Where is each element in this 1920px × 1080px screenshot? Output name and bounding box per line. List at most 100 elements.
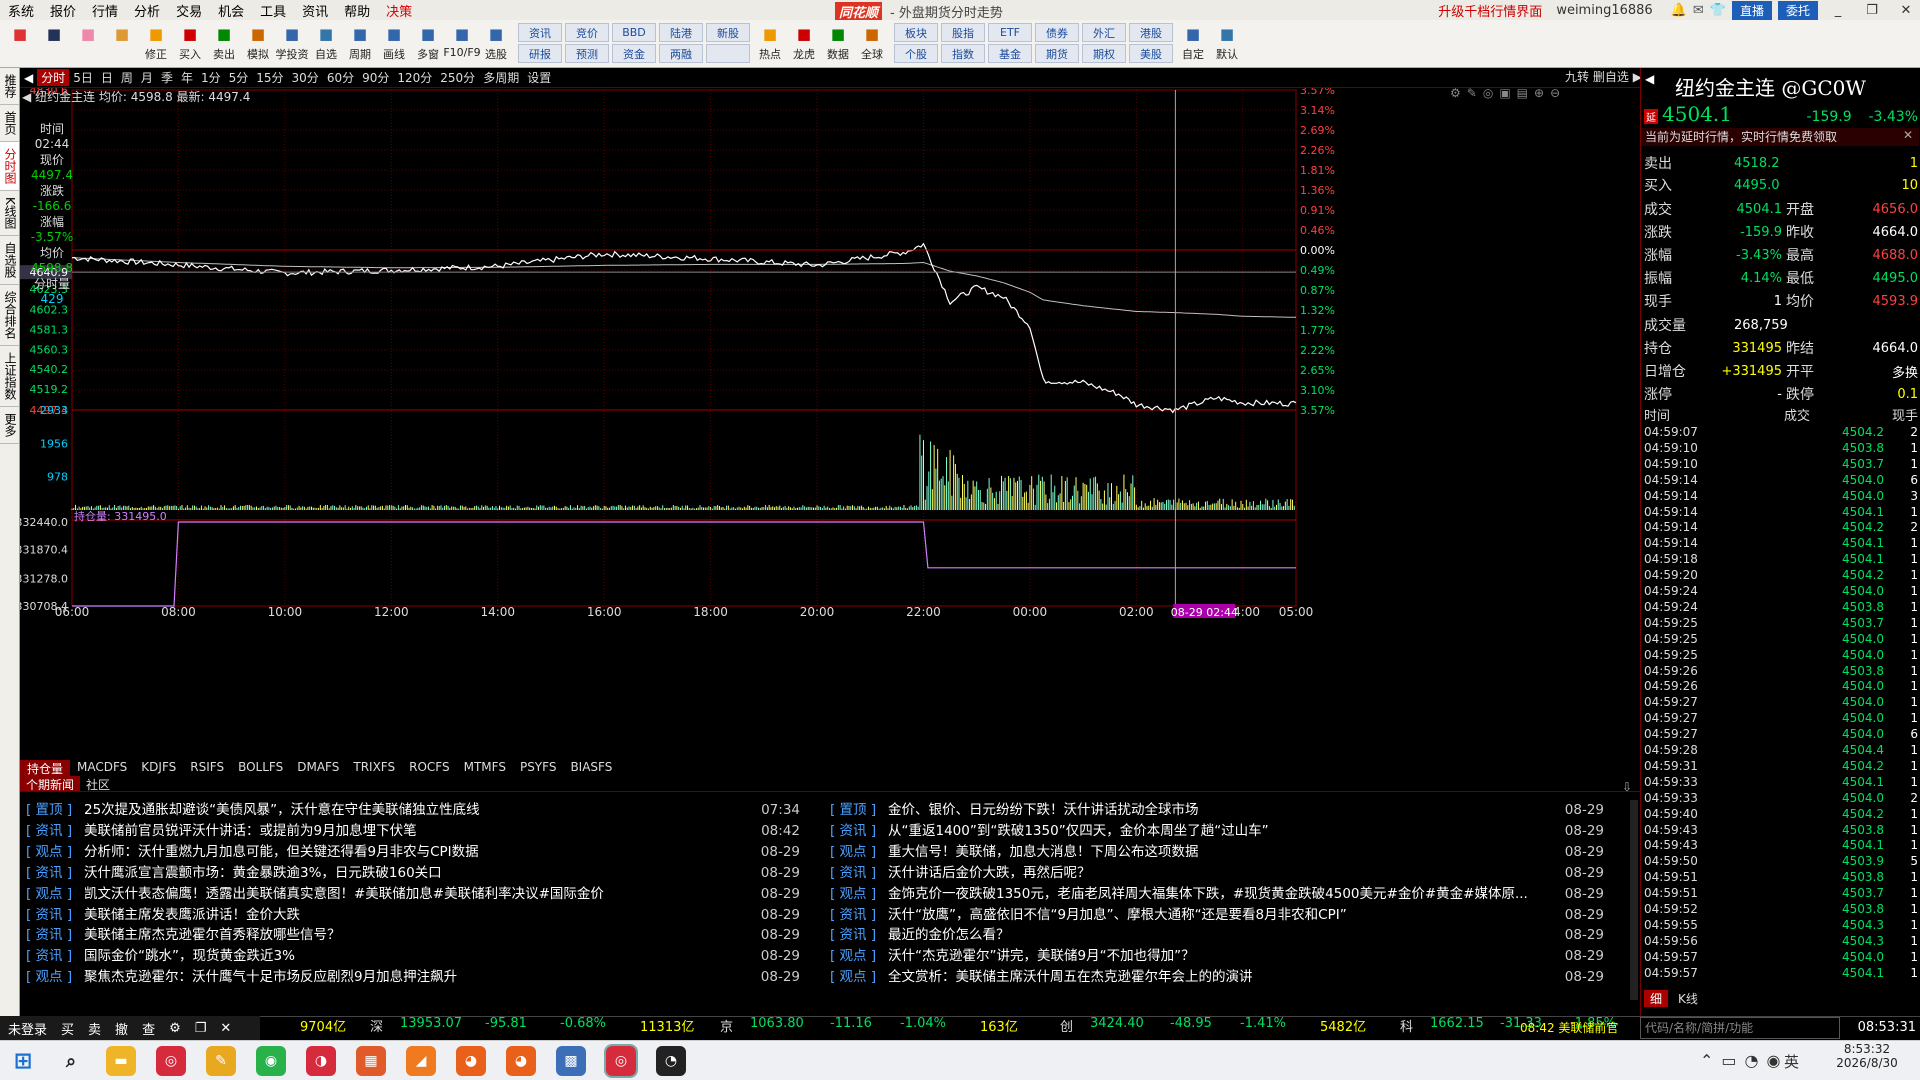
left-tab-4[interactable]: 自选股: [0, 236, 19, 285]
chip-预测[interactable]: 预测: [565, 44, 609, 63]
gear-icon[interactable]: ⚙: [169, 1021, 181, 1036]
upgrade-link[interactable]: 升级千档行情界面: [1438, 1, 1542, 20]
quick-btn-0[interactable]: 未登录: [8, 1019, 47, 1038]
news-title[interactable]: 从“重返1400”到“跌破1350”仅四天，金价本周坐了趟“过山车”: [888, 821, 1558, 842]
ticker-message[interactable]: 08:42 美联储前官: [1520, 1016, 1640, 1040]
toolbar-dragon-button[interactable]: ■ 龙虎: [788, 20, 820, 62]
period-16[interactable]: 设置: [523, 69, 555, 86]
pen-icon[interactable]: ✎: [1467, 86, 1483, 100]
maximize-button[interactable]: ❐: [1858, 3, 1886, 18]
period-arrow-icon[interactable]: ◀: [20, 71, 37, 85]
tonghuashun-icon[interactable]: ◎: [604, 1044, 638, 1078]
panel-tab-0[interactable]: 细: [1644, 990, 1669, 1007]
chip-期货[interactable]: 期货: [1035, 44, 1079, 63]
news-item[interactable]: [ 置顶 ] 金价、银价、日元纷纷下跌！沃什讲话扰动全球市场 08-29: [830, 800, 1630, 821]
zoom-out-icon[interactable]: ⊖: [1550, 86, 1566, 100]
chip-个股[interactable]: 个股: [894, 44, 938, 63]
chip-指数[interactable]: 指数: [941, 44, 985, 63]
toolbar-sim-button[interactable]: ■ 模拟: [242, 20, 274, 62]
chip-竞价[interactable]: 竞价: [565, 23, 609, 42]
lock-icon[interactable]: ▤: [1517, 86, 1534, 100]
news-title[interactable]: 重大信号！美联储，加息大消息！下周公布这项数据: [888, 842, 1558, 863]
news-title[interactable]: 25次提及通胀却避谈“美债风暴”，沃什意在守住美联储独立性底线: [84, 800, 754, 821]
toolbar-updown-button[interactable]: ■: [106, 20, 138, 46]
menu-item-2[interactable]: 行情: [84, 1, 126, 20]
chip-美股[interactable]: 美股: [1129, 44, 1173, 63]
news-item[interactable]: [ 资讯 ] 美联储前官员锐评沃什讲话：或提前为9月加息埋下伏笔 08:42: [26, 821, 826, 842]
news-title[interactable]: 沃什讲话后金价大跌，再然后呢？: [888, 863, 1558, 884]
notice-close-icon[interactable]: ✕: [1903, 128, 1913, 142]
pen-app-icon[interactable]: ✎: [206, 1046, 236, 1076]
intraday-chart[interactable]: 06:00 08:00 10:00 12:00 14:00 16:00 18:00 20:00…: [20, 88, 1640, 760]
indicator-tab-8[interactable]: MTMFS: [457, 760, 513, 776]
period-6[interactable]: 年: [177, 69, 197, 86]
left-tab-0[interactable]: 推荐: [0, 68, 19, 105]
qq-icon[interactable]: ◔: [656, 1046, 686, 1076]
news-item[interactable]: [ 资讯 ] 美联储主席杰克逊霍尔首秀释放哪些信号？ 08-29: [26, 925, 826, 946]
nine-turn-toggle[interactable]: 九转: [1565, 70, 1589, 84]
consign-button[interactable]: 委托: [1777, 0, 1818, 20]
indicator-tab-5[interactable]: DMAFS: [290, 760, 346, 776]
chart-area[interactable]: 06:00 08:00 10:00 12:00 14:00 16:00 18:00 20:00…: [20, 70, 1642, 760]
quick-btn-1[interactable]: 买: [61, 1019, 74, 1038]
news-title[interactable]: 国际金价“跳水”，现货黄金跌近3%: [84, 946, 754, 967]
toolbar-globe-button[interactable]: ■ 全球: [856, 20, 888, 62]
settings-icon[interactable]: ⚙: [1450, 86, 1467, 100]
toolbar-home-button[interactable]: ■ 默认: [1211, 20, 1243, 62]
chip-股指[interactable]: 股指: [941, 23, 985, 42]
chip-empty[interactable]: [706, 44, 750, 63]
news-title[interactable]: 沃什“放鹰”，高盛依旧不信“9月加息”、摩根大通称“还是要看8月非农和CPI”: [888, 905, 1558, 926]
toolbar-pick-button[interactable]: ■ 选股: [480, 20, 512, 62]
gift-icon[interactable]: ✉: [1693, 3, 1704, 18]
menu-item-8[interactable]: 帮助: [336, 1, 378, 20]
indicator-tab-7[interactable]: ROCFS: [402, 760, 456, 776]
news-title[interactable]: 最近的金价怎么看？: [888, 925, 1558, 946]
news-item[interactable]: [ 观点 ] 重大信号！美联储，加息大消息！下周公布这项数据 08-29: [830, 842, 1630, 863]
search-input[interactable]: 代码/名称/简拼/功能: [1640, 1017, 1840, 1039]
close-icon[interactable]: ✕: [220, 1021, 231, 1036]
zoom-in-icon[interactable]: ⊕: [1534, 86, 1550, 100]
browser-icon[interactable]: ◑: [306, 1046, 336, 1076]
news-title[interactable]: 美联储主席发表鹰派讲话！金价大跌: [84, 905, 754, 926]
toolbar-f10-button[interactable]: ■ F10/F9: [443, 20, 480, 59]
period-7[interactable]: 1分: [197, 69, 225, 86]
menu-item-6[interactable]: 工具: [252, 1, 294, 20]
panel-arrow-icon[interactable]: ◀: [1645, 72, 1654, 86]
news-item[interactable]: [ 资讯 ] 美联储主席发表鹰派讲话！金价大跌 08-29: [26, 905, 826, 926]
news-item[interactable]: [ 观点 ] 聚焦杰克逊霍尔：沃什鹰气十足市场反应剧烈9月加息押注飙升 08-29: [26, 967, 826, 988]
chip-外汇[interactable]: 外汇: [1082, 23, 1126, 42]
quick-btn-2[interactable]: 卖: [88, 1019, 101, 1038]
news-tab-0[interactable]: 个期新闻: [20, 776, 81, 792]
left-tab-2[interactable]: 分时图: [0, 142, 19, 191]
chip-板块[interactable]: 板块: [894, 23, 938, 42]
news-item[interactable]: [ 资讯 ] 沃什“放鹰”，高盛依旧不信“9月加息”、摩根大通称“还是要看8月非农…: [830, 905, 1630, 926]
wechat-icon[interactable]: ◉: [256, 1046, 286, 1076]
news-title[interactable]: 沃什鹰派宣言震颤市场：黄金暴跌逾3%，日元跌破160关口: [84, 863, 754, 884]
news-item[interactable]: [ 资讯 ] 最近的金价怎么看？ 08-29: [830, 925, 1630, 946]
news-title[interactable]: 沃什“杰克逊霍尔”讲完，美联储9月“不加也得加”？: [888, 946, 1558, 967]
chip-资金[interactable]: 资金: [612, 44, 656, 63]
remove-fav-button[interactable]: 删自选: [1593, 70, 1629, 84]
left-tab-3[interactable]: K线图: [0, 191, 19, 236]
toolbar-eye-button[interactable]: ■: [38, 20, 70, 46]
news-title[interactable]: 美联储前官员锐评沃什讲话：或提前为9月加息埋下伏笔: [84, 821, 754, 842]
indicator-tab-4[interactable]: BOLLFS: [231, 760, 290, 776]
toolbar-sell-button[interactable]: ■ 卖出: [208, 20, 240, 62]
news-item[interactable]: [ 资讯 ] 沃什鹰派宣言震颤市场：黄金暴跌逾3%，日元跌破160关口 08-29: [26, 863, 826, 884]
news-item[interactable]: [ 观点 ] 分析师：沃什重燃九月加息可能，但关键还得看9月非农与CPI数据 08-…: [26, 842, 826, 863]
news-item[interactable]: [ 观点 ] 全文赏析：美联储主席沃什周五在杰克逊霍尔年会上的的演讲 08-29: [830, 967, 1630, 988]
chip-期权[interactable]: 期权: [1082, 44, 1126, 63]
menu-item-1[interactable]: 报价: [42, 1, 84, 20]
period-5[interactable]: 季: [157, 69, 177, 86]
delay-notice[interactable]: 当前为延时行情，实时行情免费领取 ✕: [1641, 128, 1919, 146]
news-scrollbar[interactable]: [1630, 800, 1638, 1000]
left-tab-5[interactable]: 综合排名: [0, 285, 19, 346]
chip-研报[interactable]: 研报: [518, 44, 562, 63]
news-title[interactable]: 美联储主席杰克逊霍尔首秀释放哪些信号？: [84, 925, 754, 946]
news-title[interactable]: 全文赏析：美联储主席沃什周五在杰克逊霍尔年会上的的演讲: [888, 967, 1558, 988]
menu-item-3[interactable]: 分析: [126, 1, 168, 20]
menu-item-4[interactable]: 交易: [168, 1, 210, 20]
ime-indicator[interactable]: 英: [1784, 1051, 1799, 1072]
news-item[interactable]: [ 资讯 ] 从“重返1400”到“跌破1350”仅四天，金价本周坐了趟“过山车”…: [830, 821, 1630, 842]
toolbar-custom-button[interactable]: ■ 自定: [1177, 20, 1209, 62]
